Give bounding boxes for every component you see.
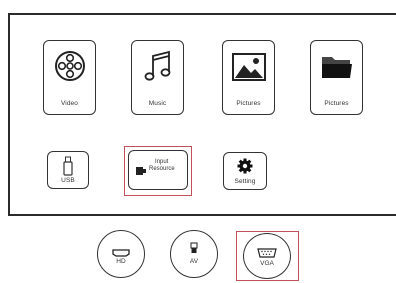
picture-icon: [231, 53, 266, 86]
input-resource-label: Input Resource: [149, 159, 175, 173]
music-label: Music: [148, 100, 167, 107]
setting-tile[interactable]: Setting: [223, 152, 267, 190]
input-resource-label-line1: Input: [155, 159, 169, 165]
video-tile[interactable]: Video: [43, 40, 96, 115]
files-tile[interactable]: Pictures: [310, 40, 363, 115]
hdmi-plug-icon: [135, 164, 147, 182]
gear-icon: [237, 158, 253, 179]
main-menu-screen: Video Music Pictures Pictures USB Input …: [8, 13, 396, 216]
av-plug-icon: [190, 241, 198, 259]
film-reel-icon: [53, 49, 87, 88]
files-label: Pictures: [324, 100, 349, 107]
hd-source-button[interactable]: HD: [97, 230, 145, 278]
hd-label: HD: [116, 258, 126, 265]
vga-label: VGA: [260, 260, 274, 267]
music-note-icon: [143, 49, 173, 90]
pictures-tile[interactable]: Pictures: [222, 40, 275, 115]
pictures-label: Pictures: [236, 100, 261, 107]
input-resource-tile[interactable]: Input Resource: [128, 150, 188, 190]
setting-label: Setting: [234, 178, 256, 185]
input-resource-label-line2: Resource: [149, 166, 175, 172]
usb-tile[interactable]: USB: [47, 151, 89, 189]
usb-label: USB: [61, 177, 75, 184]
av-label: AV: [189, 258, 199, 265]
vga-source-button[interactable]: VGA: [243, 233, 291, 279]
av-source-button[interactable]: AV: [170, 230, 218, 278]
music-tile[interactable]: Music: [131, 40, 184, 115]
folder-icon: [320, 54, 354, 85]
video-label: Video: [60, 100, 78, 107]
